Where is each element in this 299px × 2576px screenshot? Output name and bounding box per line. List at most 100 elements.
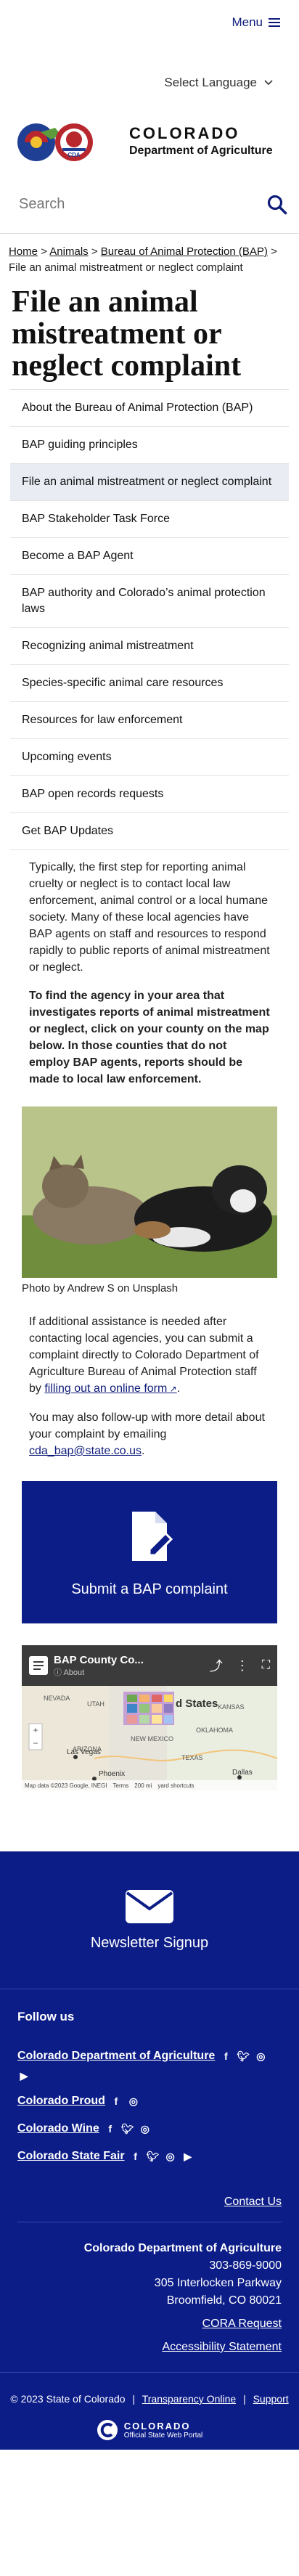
colorado-c-icon — [97, 2420, 118, 2440]
top-bar: Menu — [0, 0, 299, 45]
map-state-label: TEXAS — [181, 1754, 203, 1761]
breadcrumb-current: File an animal mistreatment or neglect c… — [9, 261, 243, 274]
twitter-icon[interactable]: 🐦︎ — [121, 2122, 134, 2135]
section-nav-item-active[interactable]: File an animal mistreatment or neglect c… — [10, 464, 289, 501]
twitter-icon[interactable]: 🐦︎ — [237, 2050, 250, 2063]
contact-us-row: Contact Us — [17, 2175, 282, 2222]
footer-address-line1: 305 Interlocken Parkway — [154, 2277, 282, 2289]
logo-badge: CDA — [67, 152, 81, 158]
support-link[interactable]: Support — [253, 2393, 289, 2405]
youtube-icon[interactable]: ▶ — [17, 2069, 30, 2082]
email-text: You may also follow-up with more detail … — [29, 1411, 265, 1440]
map-state-label: OKLAHOMA — [196, 1727, 234, 1734]
main-content: Typically, the first step for reporting … — [0, 850, 299, 1088]
county-map[interactable]: BAP County Co... ⓘ About ⤴ ⋮ ⛶ + − NEVAD… — [22, 1645, 277, 1790]
section-nav-item[interactable]: BAP Stakeholder Task Force — [10, 501, 289, 538]
file-edit-icon — [132, 1511, 173, 1561]
intro-paragraph: Typically, the first step for reporting … — [29, 861, 270, 974]
state-portal-logo[interactable]: COLORADO Official State Web Portal — [9, 2419, 290, 2441]
facebook-icon[interactable]: f — [129, 2150, 142, 2163]
complaint-paragraph: If additional assistance is needed after… — [29, 1313, 270, 1398]
contact-us-link[interactable]: Contact Us — [224, 2196, 282, 2208]
section-nav-item[interactable]: BAP authority and Colorado’s animal prot… — [10, 575, 289, 628]
follow-us: Follow us Colorado Department of Agricul… — [0, 1989, 299, 2165]
map-terms-link[interactable]: Terms — [113, 1782, 129, 1789]
map-header: BAP County Co... ⓘ About ⤴ ⋮ ⛶ — [22, 1645, 277, 1686]
email-paragraph: You may also follow-up with more detail … — [29, 1409, 270, 1459]
cora-request-link[interactable]: CORA Request — [17, 2315, 282, 2333]
section-nav-item[interactable]: About the Bureau of Animal Protection (B… — [10, 390, 289, 427]
social-org-link[interactable]: Colorado Wine — [17, 2120, 99, 2137]
instagram-icon[interactable]: ◎ — [127, 2095, 140, 2108]
section-nav-item[interactable]: Recognizing animal mistreatment — [10, 628, 289, 665]
search-input[interactable] — [19, 196, 237, 213]
footer-address: Colorado Department of Agriculture 303-8… — [0, 2222, 299, 2356]
instagram-icon[interactable]: ◎ — [139, 2122, 152, 2135]
photo-image — [22, 1106, 277, 1278]
site-footer: Newsletter Signup Follow us Colorado Dep… — [0, 1851, 299, 2372]
social-org-link[interactable]: Colorado Department of Agriculture — [17, 2047, 215, 2065]
online-form-link[interactable]: filling out an online form — [44, 1382, 176, 1395]
transparency-link[interactable]: Transparency Online — [142, 2393, 236, 2405]
footer-address-line2: Broomfield, CO 80021 — [166, 2294, 282, 2307]
search-bar — [0, 176, 299, 234]
section-nav-item[interactable]: Upcoming events — [10, 739, 289, 776]
complaint-text-end: . — [176, 1382, 181, 1395]
hamburger-icon — [269, 18, 280, 27]
logo-subtitle: Department of Agriculture — [129, 144, 273, 157]
info-icon: ⓘ — [54, 1668, 62, 1677]
map-shortcuts-link[interactable]: yard shortcuts — [157, 1782, 194, 1789]
logo-text: COLORADO Department of Agriculture — [129, 124, 273, 158]
map-state-label: NEVADA — [44, 1695, 70, 1702]
section-nav-item[interactable]: Get BAP Updates — [10, 813, 289, 850]
more-icon[interactable]: ⋮ — [236, 1658, 249, 1674]
section-nav-item[interactable]: BAP guiding principles — [10, 427, 289, 464]
bottom-bar: © 2023 State of Colorado | Transparency … — [0, 2372, 299, 2450]
accessibility-link[interactable]: Accessibility Statement — [17, 2339, 282, 2356]
breadcrumb-animals[interactable]: Animals — [49, 245, 88, 258]
instagram-icon[interactable]: ◎ — [254, 2050, 267, 2063]
newsletter-signup-link[interactable]: Newsletter Signup — [91, 1935, 208, 1952]
page-title: File an animal mistreatment or neglect c… — [12, 285, 242, 383]
section-nav-item[interactable]: Resources for law enforcement — [10, 702, 289, 739]
social-row: Colorado Department of Agriculture f 🐦︎ … — [17, 2047, 282, 2082]
breadcrumb-home[interactable]: Home — [9, 245, 38, 258]
additional-help: If additional assistance is needed after… — [0, 1295, 299, 1459]
facebook-icon[interactable]: f — [219, 2050, 232, 2063]
language-select[interactable]: Select Language — [164, 61, 273, 90]
social-row: Colorado State Fair f 🐦︎ ◎ ▶ — [17, 2148, 282, 2165]
instagram-icon[interactable]: ◎ — [164, 2150, 177, 2163]
map-title: BAP County Co... — [54, 1653, 144, 1666]
facebook-icon[interactable]: f — [104, 2122, 117, 2135]
section-nav-item[interactable]: Become a BAP Agent — [10, 538, 289, 575]
section-nav-item[interactable]: Species-specific animal care resources — [10, 665, 289, 702]
map-state-label: NEW MEXICO — [131, 1735, 174, 1743]
divider: | — [132, 2393, 136, 2405]
social-org-link[interactable]: Colorado Proud — [17, 2092, 105, 2110]
logo-title: COLORADO — [129, 124, 240, 142]
facebook-icon[interactable]: f — [110, 2095, 123, 2108]
twitter-icon[interactable]: 🐦︎ — [147, 2150, 160, 2163]
social-row: Colorado Wine f 🐦︎ ◎ — [17, 2120, 282, 2137]
map-city-label: Dallas — [232, 1769, 253, 1777]
email-link[interactable]: cda_bap@state.co.us — [29, 1445, 142, 1457]
site-logo[interactable]: CDA COLORADO Department of Agriculture — [0, 106, 299, 176]
menu-button[interactable]: Menu — [232, 15, 280, 30]
map-scale: 200 mi — [134, 1782, 152, 1789]
breadcrumb-separator: > — [91, 245, 98, 258]
email-text-end: . — [142, 1445, 145, 1457]
social-org-link[interactable]: Colorado State Fair — [17, 2148, 125, 2165]
youtube-icon[interactable]: ▶ — [181, 2150, 194, 2163]
social-row: Colorado Proud f ◎ — [17, 2092, 282, 2110]
submit-complaint-button[interactable]: Submit a BAP complaint — [22, 1481, 277, 1623]
section-nav-item[interactable]: BAP open records requests — [10, 776, 289, 813]
search-icon[interactable] — [267, 195, 287, 215]
fullscreen-icon[interactable]: ⛶ — [262, 1659, 270, 1672]
breadcrumb-bap[interactable]: Bureau of Animal Protection (BAP) — [101, 245, 268, 258]
map-about[interactable]: ⓘ About — [54, 1666, 204, 1678]
map-title-block: BAP County Co... ⓘ About — [54, 1654, 204, 1678]
menu-label: Menu — [232, 15, 263, 29]
svg-text:−: − — [33, 1738, 38, 1748]
share-icon[interactable]: ⤴ — [210, 1656, 223, 1675]
envelope-icon[interactable] — [124, 1888, 175, 1925]
